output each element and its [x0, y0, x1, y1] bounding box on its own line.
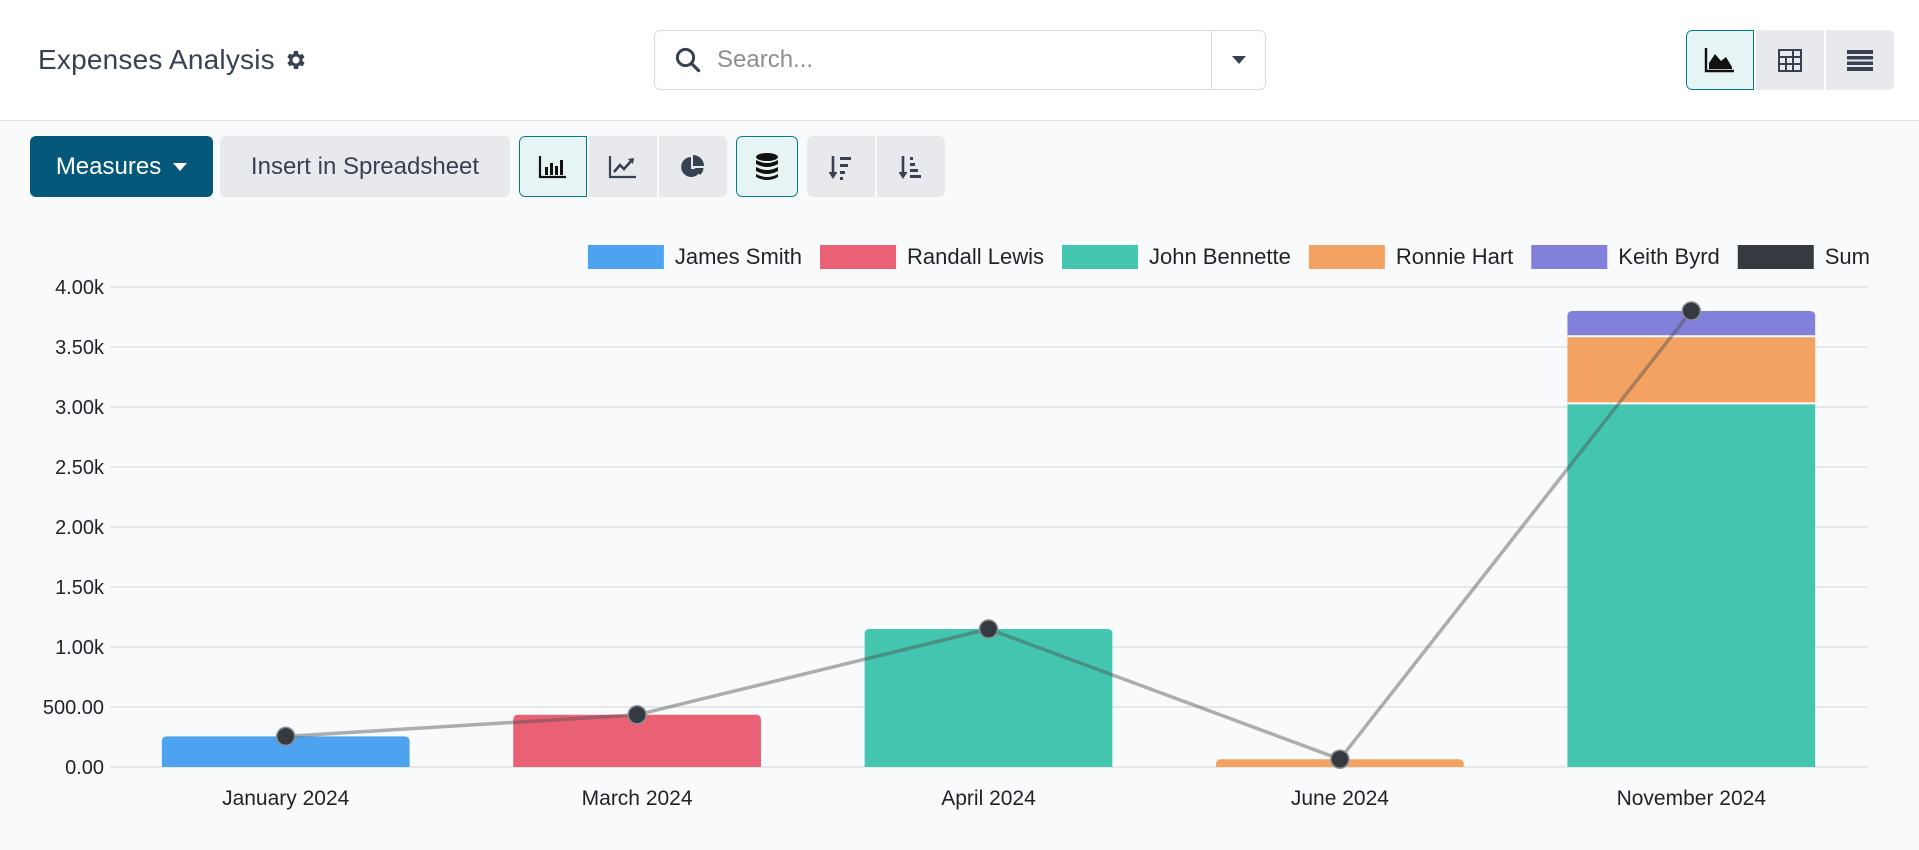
- caret-down-icon: [1231, 56, 1246, 64]
- legend: James Smith Randall Lewis John Bennette Ron…: [587, 244, 1870, 269]
- legend-item[interactable]: Ronnie Hart: [1308, 244, 1513, 269]
- pie-chart-icon: [681, 154, 704, 177]
- sort-ascending-icon: [898, 155, 921, 179]
- sum-point[interactable]: [978, 619, 999, 639]
- y-tick-label: 1.00k: [55, 637, 105, 659]
- control-panel-header: Expenses Analysis: [0, 0, 1919, 121]
- line-chart-icon: [608, 155, 636, 178]
- measures-button[interactable]: Measures: [30, 136, 213, 197]
- legend-swatch: [1531, 245, 1608, 269]
- list-icon: [1847, 50, 1873, 71]
- y-tick-label: 3.50k: [55, 337, 105, 359]
- x-axis-ticks: January 2024 March 2024 April 2024 June 202…: [222, 787, 1766, 810]
- y-tick-label: 1.50k: [55, 577, 105, 599]
- line-chart-button[interactable]: [589, 136, 657, 197]
- list-view-button[interactable]: [1826, 30, 1894, 90]
- sum-point[interactable]: [275, 726, 296, 747]
- sum-point[interactable]: [1681, 301, 1702, 321]
- legend-swatch: [1737, 245, 1814, 269]
- chart-container: 0.00 500.00 1.00k 1.50k 2.00k 2.50k 3.00k 3.50k…: [0, 230, 1919, 850]
- x-tick-label: June 2024: [1291, 787, 1389, 810]
- legend-label: Keith Byrd: [1618, 244, 1720, 269]
- bars: [161, 311, 1816, 767]
- legend-item[interactable]: Keith Byrd: [1531, 244, 1720, 269]
- view-switcher: [1686, 30, 1894, 90]
- legend-label: James Smith: [675, 244, 802, 269]
- x-tick-label: January 2024: [222, 787, 350, 810]
- pie-chart-button[interactable]: [659, 136, 727, 197]
- area-chart-icon: [1704, 48, 1734, 73]
- legend-item[interactable]: John Bennette: [1061, 244, 1291, 269]
- gear-icon[interactable]: [283, 48, 307, 72]
- legend-label: Sum: [1825, 244, 1870, 269]
- caret-down-icon: [173, 162, 188, 171]
- sort-group: [807, 136, 945, 197]
- legend-item[interactable]: James Smith: [587, 244, 802, 269]
- legend-label: Randall Lewis: [907, 244, 1044, 269]
- sort-ascending-button[interactable]: [877, 136, 945, 197]
- y-tick-label: 0.00: [65, 757, 104, 779]
- page-title-text: Expenses Analysis: [38, 44, 275, 75]
- legend-label: Ronnie Hart: [1396, 244, 1513, 269]
- sort-descending-button[interactable]: [807, 136, 875, 197]
- y-tick-label: 3.00k: [55, 397, 105, 419]
- stacked-toggle-button[interactable]: [736, 136, 798, 197]
- x-tick-label: November 2024: [1617, 787, 1767, 810]
- graph-toolbar: Measures Insert in Spreadsheet: [30, 136, 945, 197]
- database-stack-icon: [756, 152, 778, 180]
- legend-swatch: [1061, 245, 1138, 269]
- legend-swatch: [1308, 245, 1385, 269]
- bar-segment[interactable]: [1567, 403, 1816, 767]
- chart-type-group: [519, 136, 727, 197]
- bar-segment[interactable]: [1567, 336, 1816, 404]
- y-tick-label: 2.50k: [55, 457, 105, 479]
- search-options-toggle[interactable]: [1211, 31, 1265, 89]
- page-title: Expenses Analysis: [38, 44, 307, 76]
- sum-point[interactable]: [1330, 749, 1350, 769]
- search-bar: [654, 30, 1266, 90]
- y-tick-label: 4.00k: [55, 277, 105, 299]
- x-tick-label: April 2024: [941, 787, 1036, 810]
- sort-descending-icon: [828, 155, 851, 180]
- legend-label: John Bennette: [1149, 244, 1291, 269]
- insert-in-spreadsheet-button[interactable]: Insert in Spreadsheet: [220, 136, 510, 197]
- legend-item[interactable]: Randall Lewis: [820, 244, 1044, 269]
- insert-in-spreadsheet-label: Insert in Spreadsheet: [250, 152, 480, 180]
- legend-swatch: [587, 245, 664, 269]
- bar-chart-button[interactable]: [519, 136, 587, 197]
- stacked-group: [736, 136, 798, 197]
- y-tick-label: 2.00k: [55, 517, 105, 539]
- graph-view-button[interactable]: [1686, 30, 1754, 90]
- expenses-bar-chart: 0.00 500.00 1.00k 1.50k 2.00k 2.50k 3.00k 3.50k…: [43, 244, 1870, 810]
- search-icon: [675, 47, 701, 73]
- search-input[interactable]: [717, 46, 1211, 74]
- bar-chart-icon: [538, 155, 566, 178]
- legend-item[interactable]: Sum: [1737, 244, 1870, 269]
- x-tick-label: March 2024: [582, 787, 693, 810]
- table-grid-icon: [1778, 49, 1802, 72]
- legend-swatch: [820, 245, 897, 269]
- y-tick-label: 500.00: [43, 697, 104, 719]
- sum-point[interactable]: [627, 705, 647, 725]
- pivot-view-button[interactable]: [1756, 30, 1824, 90]
- measures-label: Measures: [55, 152, 162, 180]
- y-axis-ticks: 0.00 500.00 1.00k 1.50k 2.00k 2.50k 3.00k 3.50k…: [43, 277, 105, 779]
